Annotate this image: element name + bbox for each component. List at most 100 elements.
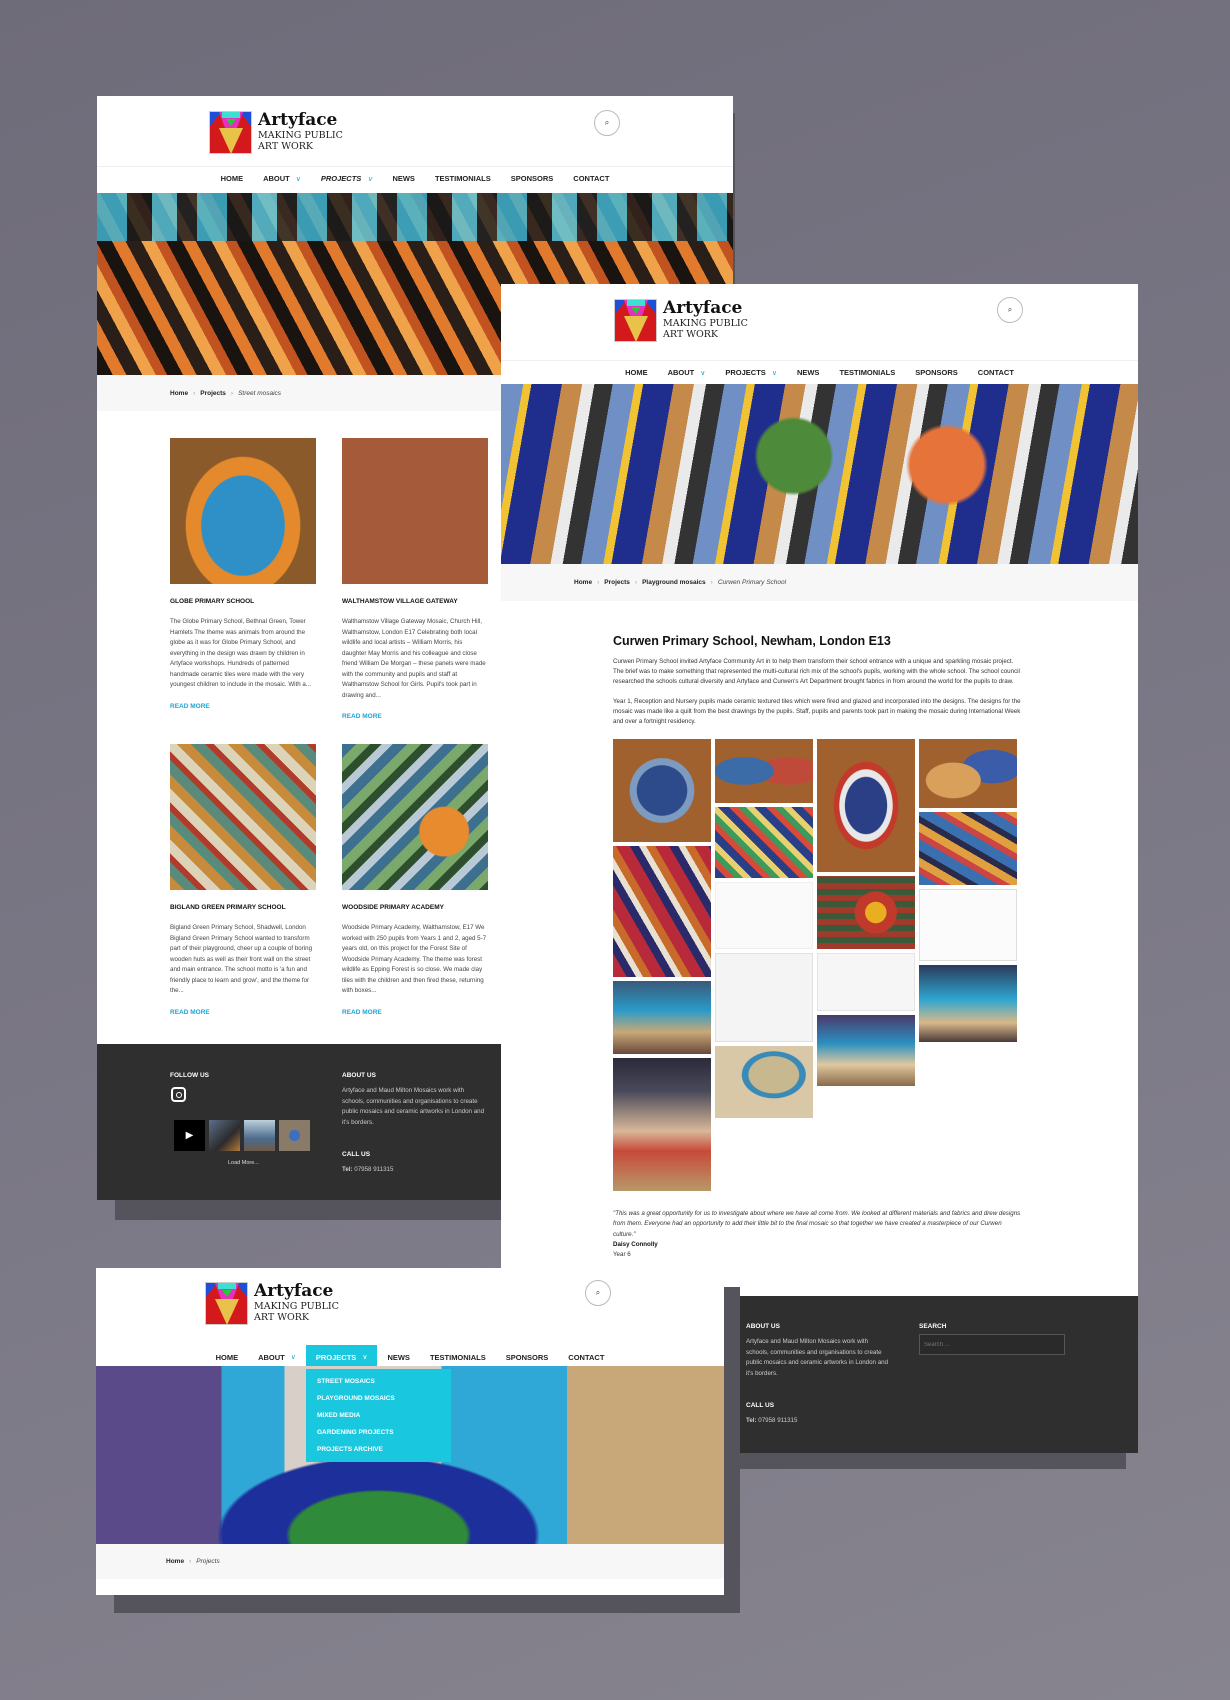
search-button[interactable]: ⌕ <box>997 297 1023 323</box>
project-thumbnail[interactable] <box>342 438 488 584</box>
nav-news[interactable]: NEWS <box>382 167 425 190</box>
about-us-text: Artyface and Maud Milton Mosaics work wi… <box>342 1087 485 1126</box>
nav-testimonials[interactable]: TESTIMONIALS <box>425 167 501 190</box>
nav-about[interactable]: ABOUT ∨ <box>253 167 311 190</box>
instagram-photo[interactable] <box>244 1120 275 1151</box>
brand-tagline-1: MAKING PUBLIC <box>663 318 748 329</box>
gallery-image[interactable] <box>715 882 813 950</box>
article-title: Curwen Primary School, Newham, London E1… <box>613 634 891 648</box>
testimonial-author: Daisy Connolly <box>613 1240 658 1248</box>
brand-tagline-2: ART WORK <box>663 329 719 340</box>
search-button[interactable]: ⌕ <box>585 1280 611 1306</box>
nav-sponsors[interactable]: SPONSORS <box>501 167 564 190</box>
photo-gallery <box>613 739 1023 1199</box>
phone-number[interactable]: Tel: 07958 911315 <box>746 1416 797 1427</box>
nav-testimonials[interactable]: TESTIMONIALS <box>829 361 905 384</box>
chevron-down-icon: ∨ <box>295 175 301 183</box>
breadcrumb-home[interactable]: Home <box>574 579 592 586</box>
read-more-link[interactable]: READ MORE <box>342 1009 382 1016</box>
gallery-image[interactable] <box>715 953 813 1043</box>
menu-item-playground-mosaics[interactable]: PLAYGROUND MOSAICS <box>306 1390 451 1407</box>
project-title[interactable]: BIGLAND GREEN PRIMARY SCHOOL <box>170 904 316 911</box>
gallery-image[interactable] <box>919 965 1017 1043</box>
read-more-link[interactable]: READ MORE <box>342 713 382 720</box>
nav-projects[interactable]: PROJECTS ∨ <box>311 167 383 190</box>
gallery-image[interactable] <box>817 876 915 950</box>
phone-number[interactable]: Tel: 07958 911315 <box>342 1165 393 1176</box>
main-nav: HOME ABOUT ∨ PROJECTS ∨ NEWS TESTIMONIALS … <box>97 166 733 190</box>
nav-projects[interactable]: PROJECTS ∨ <box>715 361 787 384</box>
instagram-photo[interactable] <box>209 1120 240 1151</box>
search-button[interactable]: ⌕ <box>594 110 620 136</box>
project-card: BIGLAND GREEN PRIMARY SCHOOL Bigland Gre… <box>170 744 316 1018</box>
nav-sponsors[interactable]: SPONSORS <box>905 361 968 384</box>
gallery-image[interactable] <box>613 846 711 978</box>
nav-contact[interactable]: CONTACT <box>563 167 619 190</box>
menu-item-projects-archive[interactable]: PROJECTS ARCHIVE <box>306 1441 451 1458</box>
chevron-down-icon: ∨ <box>290 1354 296 1361</box>
nav-contact[interactable]: CONTACT <box>968 361 1024 384</box>
gallery-image[interactable] <box>613 1058 711 1192</box>
brand-name: Artyface <box>663 298 743 318</box>
project-title[interactable]: WALTHAMSTOW VILLAGE GATEWAY <box>342 598 488 605</box>
breadcrumb-current: Projects <box>196 1558 220 1565</box>
project-thumbnail[interactable] <box>170 438 316 584</box>
nav-home[interactable]: HOME <box>615 361 658 384</box>
load-more-button[interactable]: Load More... <box>228 1160 259 1166</box>
article-paragraph: Year 1, Reception and Nursery pupils mad… <box>613 697 1021 726</box>
nav-home[interactable]: HOME <box>211 167 254 190</box>
brand-tagline-1: MAKING PUBLIC <box>258 130 343 141</box>
brand-name: Artyface <box>254 1281 334 1301</box>
site-logo[interactable]: Artyface MAKING PUBLIC ART WORK <box>614 299 748 342</box>
chevron-down-icon: ∨ <box>771 369 777 377</box>
gallery-image[interactable] <box>817 739 915 873</box>
testimonial-role: Year 6 <box>613 1251 631 1259</box>
site-header: Artyface MAKING PUBLIC ART WORK ⌕ HOME A… <box>96 1268 724 1369</box>
gallery-image[interactable] <box>613 981 711 1055</box>
menu-item-mixed-media[interactable]: MIXED MEDIA <box>306 1407 451 1424</box>
project-thumbnail[interactable] <box>342 744 488 890</box>
gallery-image[interactable] <box>919 812 1017 886</box>
breadcrumb-category[interactable]: Playground mosaics <box>642 579 706 586</box>
project-card: WOODSIDE PRIMARY ACADEMY Woodside Primar… <box>342 744 488 1018</box>
gallery-image[interactable] <box>715 739 813 804</box>
read-more-link[interactable]: READ MORE <box>170 703 210 710</box>
project-thumbnail[interactable] <box>170 744 316 890</box>
gallery-image[interactable] <box>613 739 711 843</box>
play-icon: ▶ <box>185 1130 194 1141</box>
nav-about[interactable]: ABOUT ∨ <box>658 361 716 384</box>
search-icon: ⌕ <box>1007 305 1013 314</box>
brand-name: Artyface <box>258 110 338 130</box>
gallery-image[interactable] <box>715 1046 813 1119</box>
menu-item-gardening-projects[interactable]: GARDENING PROJECTS <box>306 1424 451 1441</box>
instagram-icon[interactable] <box>171 1087 186 1102</box>
brand-tagline-2: ART WORK <box>254 1312 310 1323</box>
video-thumbnail[interactable]: ▶ <box>174 1120 205 1151</box>
site-header: Artyface MAKING PUBLIC ART WORK ⌕ HOME A… <box>97 96 733 193</box>
breadcrumb-projects[interactable]: Projects <box>200 390 226 397</box>
footer-search-input[interactable] <box>919 1334 1065 1355</box>
instagram-photo[interactable] <box>279 1120 310 1151</box>
breadcrumb-current: Street mosaics <box>238 389 282 397</box>
breadcrumb: Home › Projects <box>96 1544 724 1579</box>
site-logo[interactable]: Artyface MAKING PUBLIC ART WORK <box>205 1282 339 1325</box>
menu-item-street-mosaics[interactable]: STREET MOSAICS <box>306 1373 451 1390</box>
breadcrumb-projects[interactable]: Projects <box>604 579 630 586</box>
breadcrumb-current: Curwen Primary School <box>717 579 787 586</box>
gallery-image[interactable] <box>715 807 813 879</box>
gallery-image[interactable] <box>919 739 1017 809</box>
read-more-link[interactable]: READ MORE <box>170 1009 210 1016</box>
call-us-heading: CALL US <box>746 1402 775 1409</box>
breadcrumb-home[interactable]: Home <box>166 1558 184 1565</box>
article-paragraph: Curwen Primary School invited Artyface C… <box>613 658 1020 686</box>
about-us-heading: ABOUT US <box>746 1323 780 1330</box>
breadcrumb-home[interactable]: Home <box>170 390 188 397</box>
gallery-image[interactable] <box>919 889 1017 962</box>
nav-news[interactable]: NEWS <box>787 361 830 384</box>
project-title[interactable]: GLOBE PRIMARY SCHOOL <box>170 598 316 605</box>
main-nav: HOME ABOUT ∨ PROJECTS ∨ NEWS TESTIMONIALS … <box>501 360 1138 384</box>
project-title[interactable]: WOODSIDE PRIMARY ACADEMY <box>342 904 488 911</box>
site-logo[interactable]: Artyface MAKING PUBLIC ART WORK <box>209 111 343 154</box>
gallery-image[interactable] <box>817 1015 915 1087</box>
gallery-image[interactable] <box>817 953 915 1012</box>
